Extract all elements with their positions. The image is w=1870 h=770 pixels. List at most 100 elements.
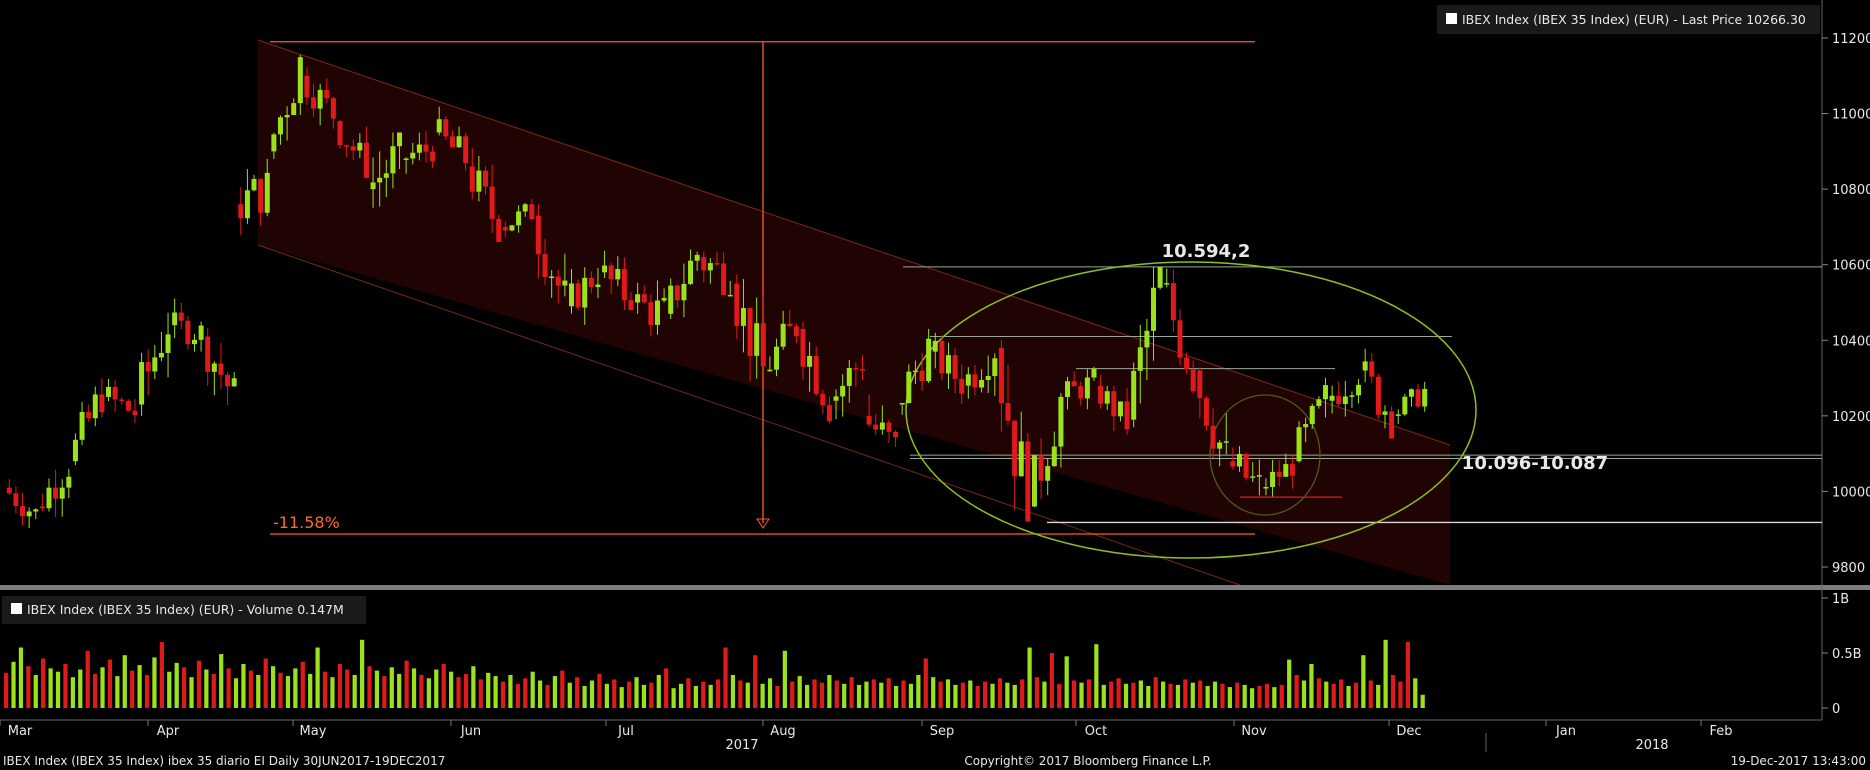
volume-bar [352,675,357,708]
volume-bar [782,650,787,708]
candle-body [383,173,389,178]
volume-bar [330,677,335,708]
candle-body [33,509,39,512]
volume-bar [849,677,854,708]
candle-body [516,211,522,226]
candle-body [661,298,667,301]
volume-bar [174,662,179,708]
candle-body [271,134,277,152]
candle-body [740,308,746,326]
candle-body [860,369,866,371]
volume-bar [908,683,914,708]
volume-bar [678,683,684,708]
candle-body [1336,395,1342,404]
candle-body [496,218,502,243]
volume-bar [1413,678,1418,708]
volume-bar [374,670,380,708]
volume-bars [4,639,1425,708]
volume-bar [1212,681,1218,708]
candle-body [39,506,45,509]
candle-body [125,400,131,411]
candle-body [714,263,720,265]
candle-body [1270,471,1276,487]
volume-bar [701,681,706,708]
candle-body [244,190,250,219]
candle-body [377,177,383,183]
candle-body [132,410,138,416]
volume-bar [604,683,609,708]
candle-body [79,411,85,440]
candle-body [297,57,303,104]
volume-bar [219,654,224,708]
volume-bar [382,676,387,708]
volume-bar [1057,683,1062,708]
candle-body [258,178,264,213]
volume-bar [1183,679,1188,708]
candle-body [205,336,211,372]
volume-bar [471,666,476,708]
volume-bar [122,655,127,708]
volume-bar [93,673,98,708]
date-tick-label: Sep [930,724,955,739]
candle-body [1289,464,1295,476]
volume-bar [634,677,639,708]
date-tick-label: Oct [1085,724,1107,739]
price-legend[interactable]: IBEX Index (IBEX 35 Index) (EUR) - Last … [1437,5,1820,34]
candle-body [324,89,330,99]
volume-bar [360,639,365,708]
candle-body [1031,455,1037,507]
candle-body [1296,427,1302,462]
volume-bar [1131,682,1136,708]
volume-legend[interactable]: IBEX Index (IBEX 35 Index) (EUR) - Volum… [2,596,366,624]
price-legend-text: IBEX Index (IBEX 35 Index) (EUR) - Last … [1462,12,1806,27]
candle-body [985,376,991,380]
candle-body [1210,425,1216,449]
volume-bar [1272,687,1277,708]
candle-body [6,487,12,494]
volume-bar [871,679,876,708]
volume-bar [4,672,9,708]
candle-body [1117,401,1123,417]
candle-body [654,300,660,325]
volume-bar [805,684,810,708]
candle-body [1375,376,1381,415]
candle-body [304,75,310,98]
volume-bar [664,668,669,708]
volume-bar [641,684,647,708]
candle-body [932,340,938,352]
volume-bar [1086,679,1092,708]
high-label: 10.594,2 [1162,241,1251,262]
volume-bar [886,678,891,708]
candle-body [119,399,125,402]
candle-body [760,323,766,367]
candle-body [807,355,813,367]
candle-body [483,170,489,187]
candle-body [648,302,654,325]
candle-body [185,320,191,345]
volume-bar [85,650,90,708]
volume-bar [753,655,758,708]
candle-body [912,370,918,373]
candle-body [92,394,98,419]
candle-body [747,308,753,356]
volume-bar [55,671,61,708]
volume-bar [1168,683,1173,708]
candle-body [86,411,92,419]
volume-bar [1324,681,1329,708]
date-axis-ticks: Mar Apr May Jun Jul Aug Sep Oct Nov Dec Jan Feb 2017… [0,720,1733,753]
candle-body [1276,471,1282,477]
volume-bar [864,681,869,708]
candle-body [1058,396,1064,447]
candle-body [886,422,892,432]
volume-bar [1049,653,1054,708]
candle-body [1329,395,1335,401]
volume-bar [78,669,83,708]
volume-bar [738,680,743,708]
candle-body [893,431,899,438]
candle-body [423,144,429,152]
candle-body [1237,453,1243,467]
candle-body [1190,369,1196,392]
volume-bar [182,667,187,708]
volume-bar [923,658,928,708]
candle-body [754,323,760,356]
